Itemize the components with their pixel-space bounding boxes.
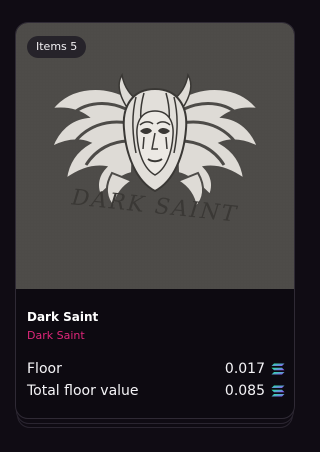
nft-collection-card-stack[interactable]: DARK SAINT Items 5 Dark Saint Dark Saint… [15, 22, 295, 428]
floor-row: Floor 0.017 [27, 359, 285, 379]
nft-card[interactable]: DARK SAINT Items 5 Dark Saint Dark Saint… [15, 22, 295, 419]
collection-name[interactable]: Dark Saint [27, 329, 85, 342]
items-count-badge: Items 5 [27, 36, 87, 58]
total-floor-row: Total floor value 0.085 [27, 381, 285, 401]
solana-icon [271, 385, 285, 397]
floor-value: 0.017 [224, 361, 265, 377]
floor-label: Floor [27, 361, 62, 377]
solana-icon [271, 363, 285, 375]
nft-title[interactable]: Dark Saint [27, 310, 98, 324]
total-floor-value: 0.085 [224, 383, 265, 399]
dark-saint-artwork: DARK SAINT [16, 23, 294, 289]
nft-image[interactable]: DARK SAINT Items 5 [16, 23, 294, 289]
total-floor-label: Total floor value [27, 383, 139, 399]
